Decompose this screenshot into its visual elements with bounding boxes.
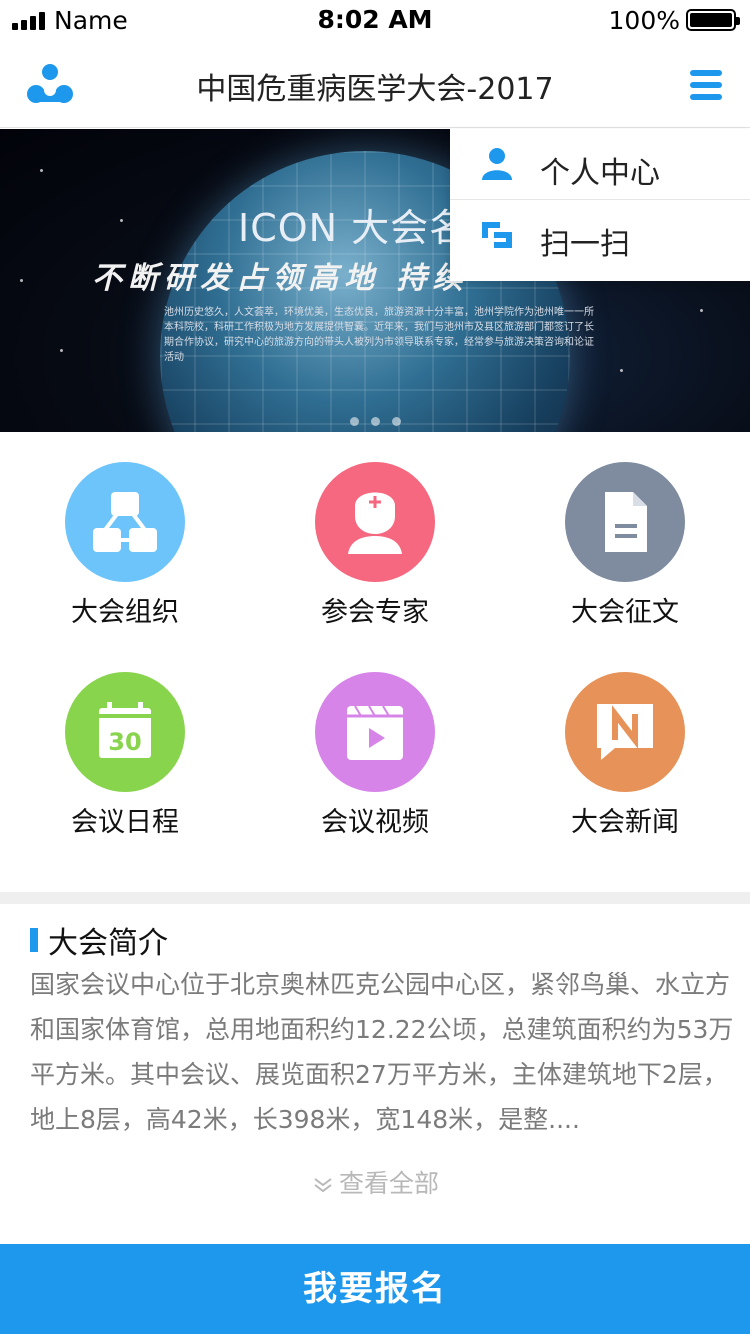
hamburger-menu-icon[interactable] — [690, 70, 722, 100]
menu-item-label: 扫一扫 — [540, 227, 630, 262]
carousel-dots[interactable] — [350, 411, 413, 430]
scan-icon — [480, 218, 514, 252]
feature-grid: 大会组织 参会专家 大会征文 30 会议日程 会议视频 大会新闻 — [0, 432, 750, 892]
document-icon — [565, 462, 685, 582]
grid-item-label: 参会专家 — [321, 597, 429, 628]
grid-item-news[interactable]: 大会新闻 — [500, 642, 750, 842]
view-all-label: 查看全部 — [338, 1169, 439, 1198]
organization-icon — [65, 462, 185, 582]
menu-item-label: 个人中心 — [540, 156, 660, 191]
people-logo-icon[interactable] — [26, 62, 74, 106]
news-icon — [565, 672, 685, 792]
carousel-dot[interactable] — [350, 417, 359, 426]
grid-item-experts[interactable]: 参会专家 — [250, 432, 500, 632]
grid-item-papers[interactable]: 大会征文 — [500, 432, 750, 632]
dropdown-menu: 个人中心 扫一扫 — [450, 129, 750, 281]
carousel-dot[interactable] — [371, 417, 380, 426]
register-button[interactable]: 我要报名 — [0, 1244, 750, 1334]
section-marker — [30, 928, 38, 952]
intro-body: 国家会议中心位于北京奥林匹克公园中心区，紧邻鸟巢、水立方和国家体育馆，总用地面积… — [30, 970, 734, 1134]
calendar-day-number: 30 — [108, 728, 141, 756]
grid-item-label: 会议日程 — [71, 807, 179, 838]
grid-item-schedule[interactable]: 30 会议日程 — [0, 642, 250, 842]
section-divider — [0, 892, 750, 904]
user-icon — [480, 147, 514, 181]
page-title: 中国危重病医学大会-2017 — [196, 72, 554, 107]
banner-heading: ICON 大会名 — [238, 206, 469, 250]
banner-slogan: 不断研发占领高地 持续 — [92, 261, 469, 296]
banner-description: 池州历史悠久，人文荟萃，环境优美，生态优良，旅游资源十分丰富，池州学院作为池州唯… — [164, 307, 594, 363]
grid-item-label: 大会征文 — [571, 597, 679, 628]
calendar-icon: 30 — [65, 672, 185, 792]
battery-icon — [686, 9, 740, 31]
carrier-name: Name — [54, 6, 128, 35]
grid-item-label: 大会组织 — [71, 597, 179, 628]
doctor-icon — [315, 462, 435, 582]
chevron-down-icon — [311, 1171, 335, 1200]
grid-item-label: 大会新闻 — [571, 807, 679, 838]
menu-item-personal-center[interactable]: 个人中心 — [450, 129, 750, 199]
signal-icon — [12, 12, 46, 30]
grid-item-videos[interactable]: 会议视频 — [250, 642, 500, 842]
intro-section: 大会简介 国家会议中心位于北京奥林匹克公园中心区，紧邻鸟巢、水立方和国家体育馆，… — [0, 904, 750, 1244]
status-bar: Name 8:02 AM 100% — [0, 0, 750, 42]
grid-item-organization[interactable]: 大会组织 — [0, 432, 250, 632]
carousel-dot[interactable] — [392, 417, 401, 426]
grid-item-label: 会议视频 — [321, 807, 429, 838]
video-icon — [315, 672, 435, 792]
intro-title: 大会简介 — [48, 926, 168, 961]
view-all-link[interactable]: 查看全部 — [0, 1164, 750, 1200]
battery-percentage: 100% — [608, 6, 680, 35]
nav-bar: 中国危重病医学大会-2017 — [0, 42, 750, 128]
menu-item-scan[interactable]: 扫一扫 — [450, 199, 750, 269]
